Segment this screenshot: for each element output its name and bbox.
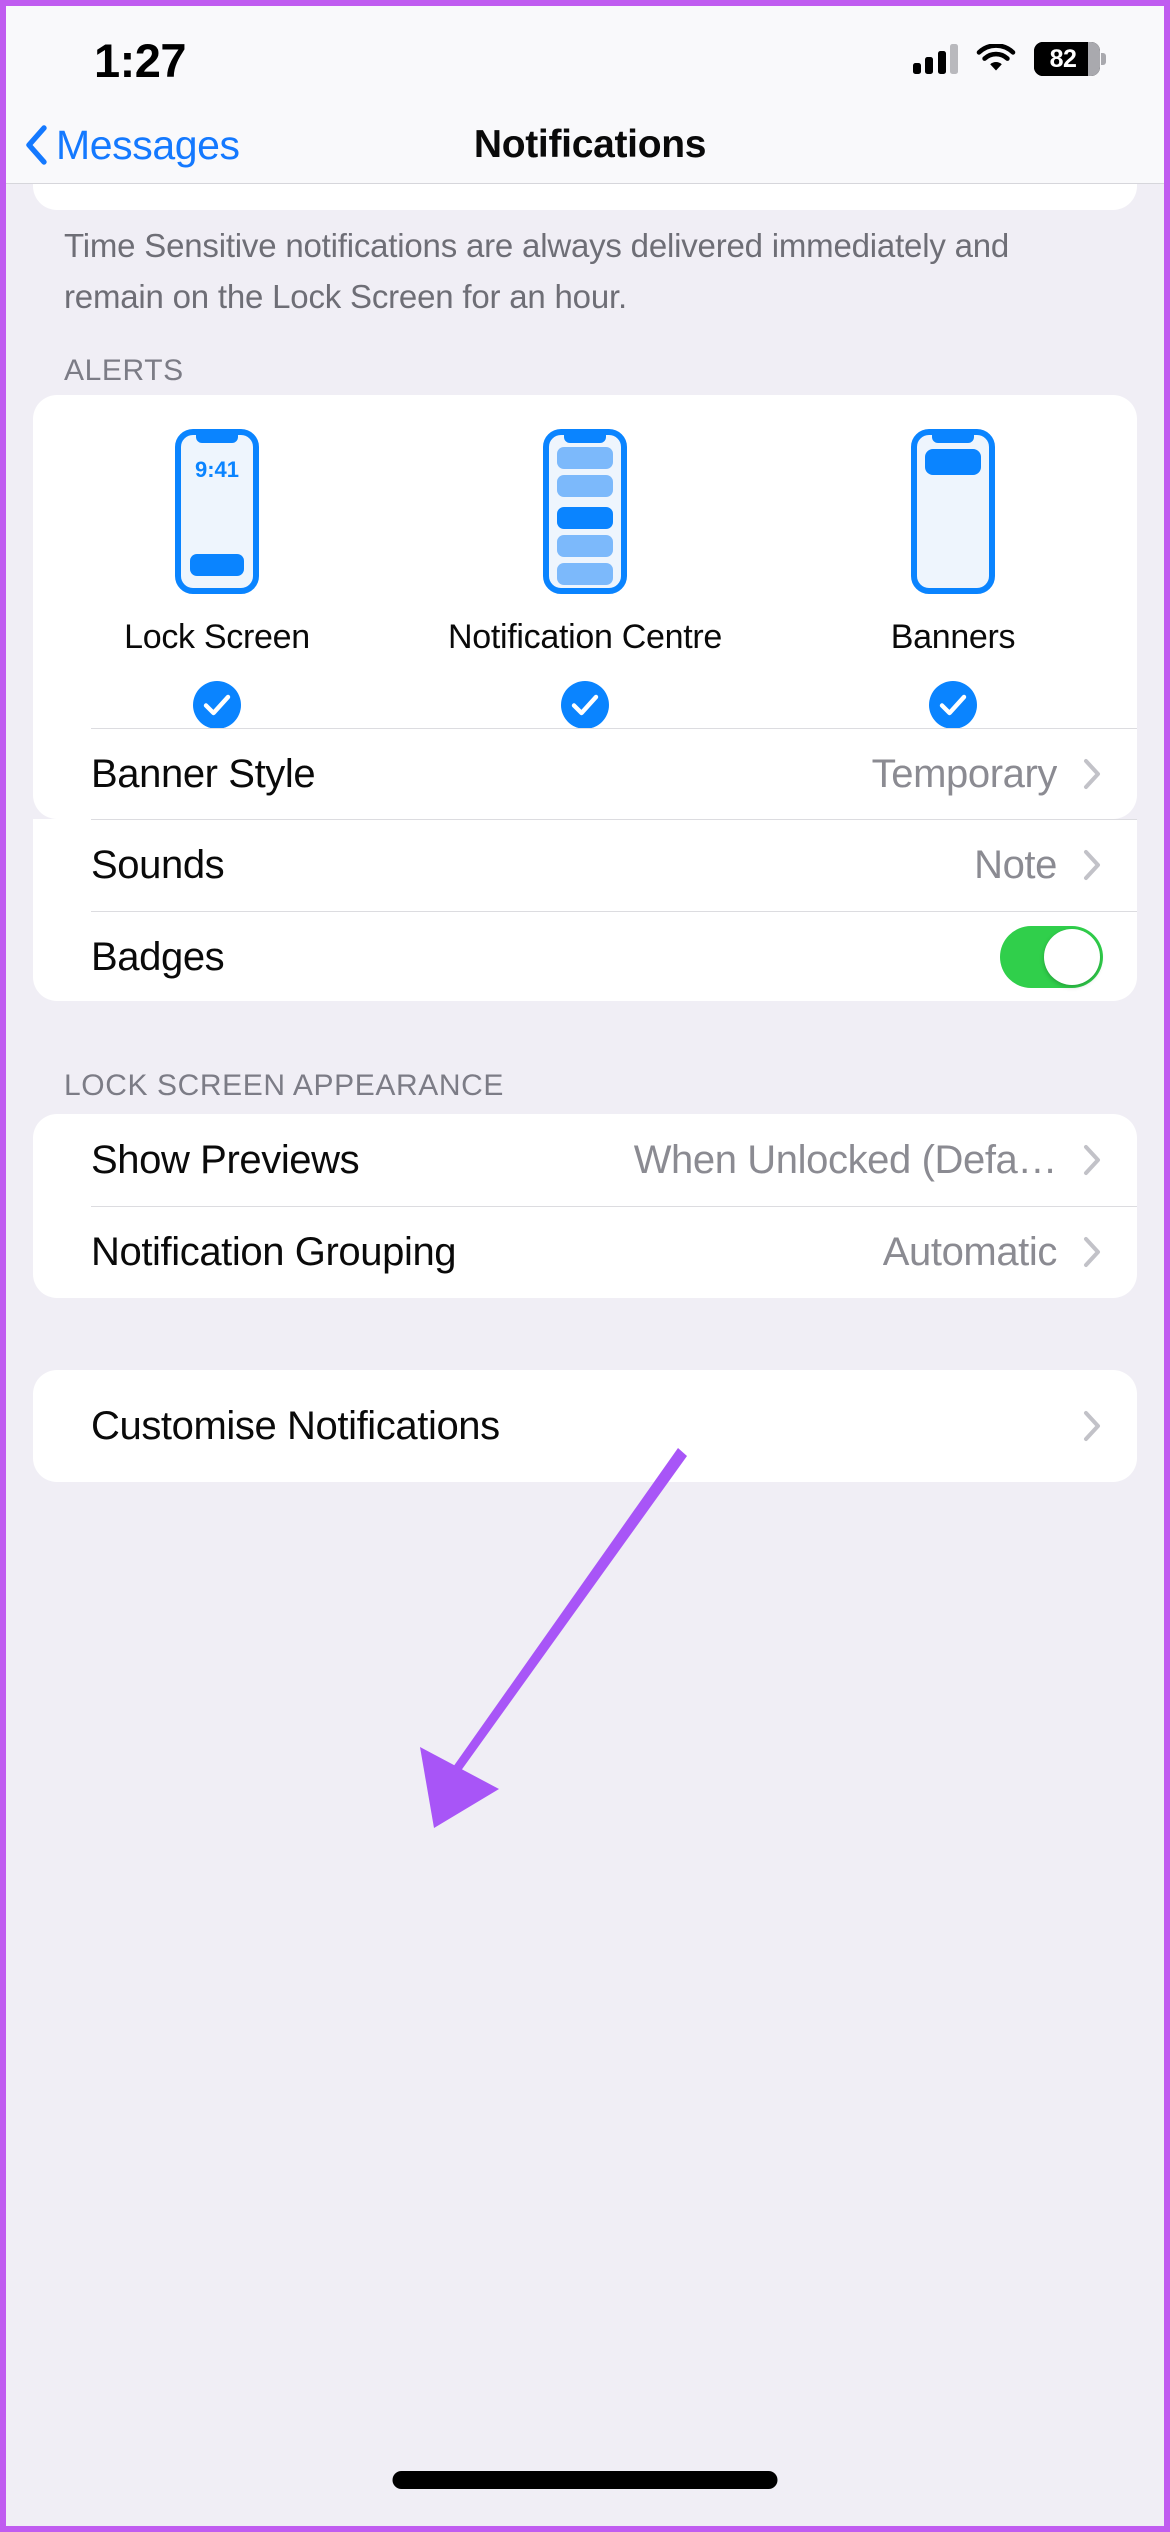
settings-scroll-view[interactable]: Time Sensitive notifications are always … xyxy=(6,184,1164,2526)
section-header-lock-screen-appearance: LOCK SCREEN APPEARANCE xyxy=(64,1069,504,1102)
time-sensitive-footnote: Time Sensitive notifications are always … xyxy=(64,227,1010,315)
lock-screen-appearance-card: Show Previews When Unlocked (Defa… Notif… xyxy=(33,1114,1137,1298)
row-badges[interactable]: Badges xyxy=(33,911,1137,1003)
cellular-bars-icon xyxy=(912,44,958,74)
battery-icon: 82 xyxy=(1034,42,1106,76)
row-show-previews-label: Show Previews xyxy=(91,1137,360,1182)
row-sounds-label: Sounds xyxy=(91,842,225,887)
customise-notifications-card: Customise Notifications xyxy=(33,1370,1137,1482)
battery-percent-label: 82 xyxy=(1049,44,1077,73)
row-sounds[interactable]: Sounds Note xyxy=(33,819,1137,911)
row-notification-grouping[interactable]: Notification Grouping Automatic xyxy=(33,1206,1137,1298)
toggle-knob xyxy=(1044,929,1100,985)
phone-screen: 1:27 82 Notifications Messages Time Sens… xyxy=(6,6,1164,2526)
row-sounds-value: Note xyxy=(974,842,1057,887)
alert-style-lock-screen[interactable]: 9:41 Lock Screen xyxy=(33,429,401,729)
row-notification-grouping-value: Automatic xyxy=(882,1229,1057,1274)
home-indicator xyxy=(392,2471,778,2489)
row-notification-grouping-label: Notification Grouping xyxy=(91,1229,457,1274)
wifi-icon xyxy=(976,43,1016,74)
alert-style-label: Banners xyxy=(890,618,1016,656)
chevron-right-icon xyxy=(1083,1236,1101,1268)
back-button[interactable]: Messages xyxy=(22,114,240,176)
phone-preview-notification-centre-icon xyxy=(543,429,627,594)
phone-preview-time-label: 9:41 xyxy=(194,457,240,482)
row-banner-style[interactable]: Banner Style Temporary xyxy=(33,728,1137,820)
section-header-alerts: ALERTS xyxy=(64,354,184,387)
alert-style-label: Lock Screen xyxy=(124,618,310,656)
chevron-right-icon xyxy=(1083,849,1101,881)
row-show-previews-value: When Unlocked (Defa… xyxy=(633,1137,1057,1182)
row-badges-label: Badges xyxy=(91,934,225,979)
checkmark-circle-icon[interactable] xyxy=(561,681,609,729)
alert-style-banners[interactable]: Banners xyxy=(769,429,1137,729)
back-button-label: Messages xyxy=(56,121,240,168)
row-banner-style-label: Banner Style xyxy=(91,751,316,796)
phone-preview-banners-icon xyxy=(911,429,995,594)
chevron-right-icon xyxy=(1083,758,1101,790)
chevron-right-icon xyxy=(1083,1410,1101,1442)
row-banner-style-value: Temporary xyxy=(871,751,1057,796)
alert-style-notification-centre[interactable]: Notification Centre xyxy=(401,429,769,729)
checkmark-circle-icon[interactable] xyxy=(193,681,241,729)
checkmark-circle-icon[interactable] xyxy=(929,681,977,729)
alert-style-label: Notification Centre xyxy=(448,618,722,656)
row-customise-notifications[interactable]: Customise Notifications xyxy=(33,1380,1137,1472)
alerts-card-continued: Sounds Note Badges xyxy=(33,819,1137,1001)
chevron-right-icon xyxy=(1083,1144,1101,1176)
alerts-card: 9:41 Lock Screen Notification Centre Ban… xyxy=(33,395,1137,819)
status-bar-time: 1:27 xyxy=(94,34,187,87)
row-customise-notifications-label: Customise Notifications xyxy=(91,1403,500,1448)
navigation-bar: Notifications Messages xyxy=(6,106,1164,184)
chevron-left-icon xyxy=(22,123,50,167)
phone-preview-lock-screen-icon: 9:41 xyxy=(175,429,259,594)
time-sensitive-card-clipped xyxy=(33,184,1137,210)
status-bar-indicators: 82 xyxy=(912,42,1106,76)
status-bar: 1:27 82 xyxy=(6,6,1164,106)
badges-toggle[interactable] xyxy=(1000,926,1103,988)
row-show-previews[interactable]: Show Previews When Unlocked (Defa… xyxy=(33,1114,1137,1206)
